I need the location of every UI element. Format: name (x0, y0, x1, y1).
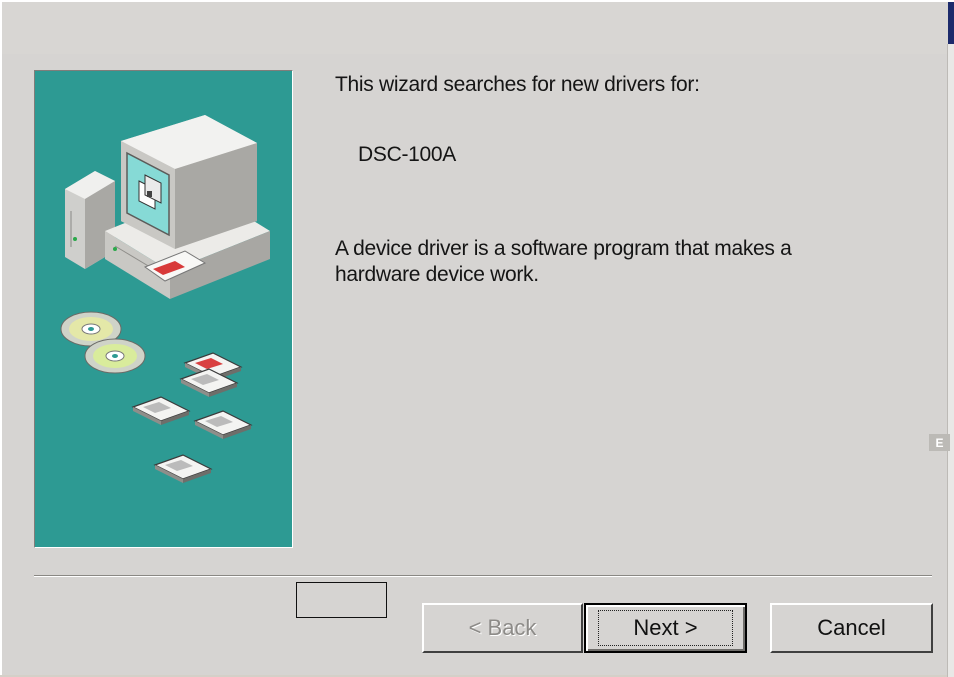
computer-icon (65, 115, 270, 299)
wizard-illustration-panel (34, 70, 293, 548)
next-button[interactable]: Next > (584, 603, 747, 653)
wizard-intro-text: This wizard searches for new drivers for… (335, 73, 700, 96)
side-tab[interactable]: E (929, 434, 950, 451)
title-bar-edge (948, 2, 954, 44)
driver-description-line1: A device driver is a software program th… (335, 237, 792, 260)
back-button-label: < Back (468, 615, 537, 640)
cancel-button-label: Cancel (817, 615, 886, 640)
window-right-edge (947, 44, 954, 677)
dialog-header-area (2, 2, 950, 54)
driver-description-line2: hardware device work. (335, 263, 539, 286)
focus-rectangle (296, 582, 387, 618)
button-area-separator (34, 575, 932, 577)
side-tab-label: E (935, 435, 944, 450)
device-name: DSC-100A (358, 143, 456, 166)
back-button[interactable]: < Back (422, 603, 583, 653)
next-button-label: Next > (598, 610, 733, 646)
floppy-disk-icon (131, 352, 253, 483)
wizard-illustration (60, 115, 270, 483)
cd-rom-icon (60, 311, 146, 374)
cancel-button[interactable]: Cancel (770, 603, 933, 653)
wizard-dialog: This wizard searches for new drivers for… (0, 0, 954, 677)
